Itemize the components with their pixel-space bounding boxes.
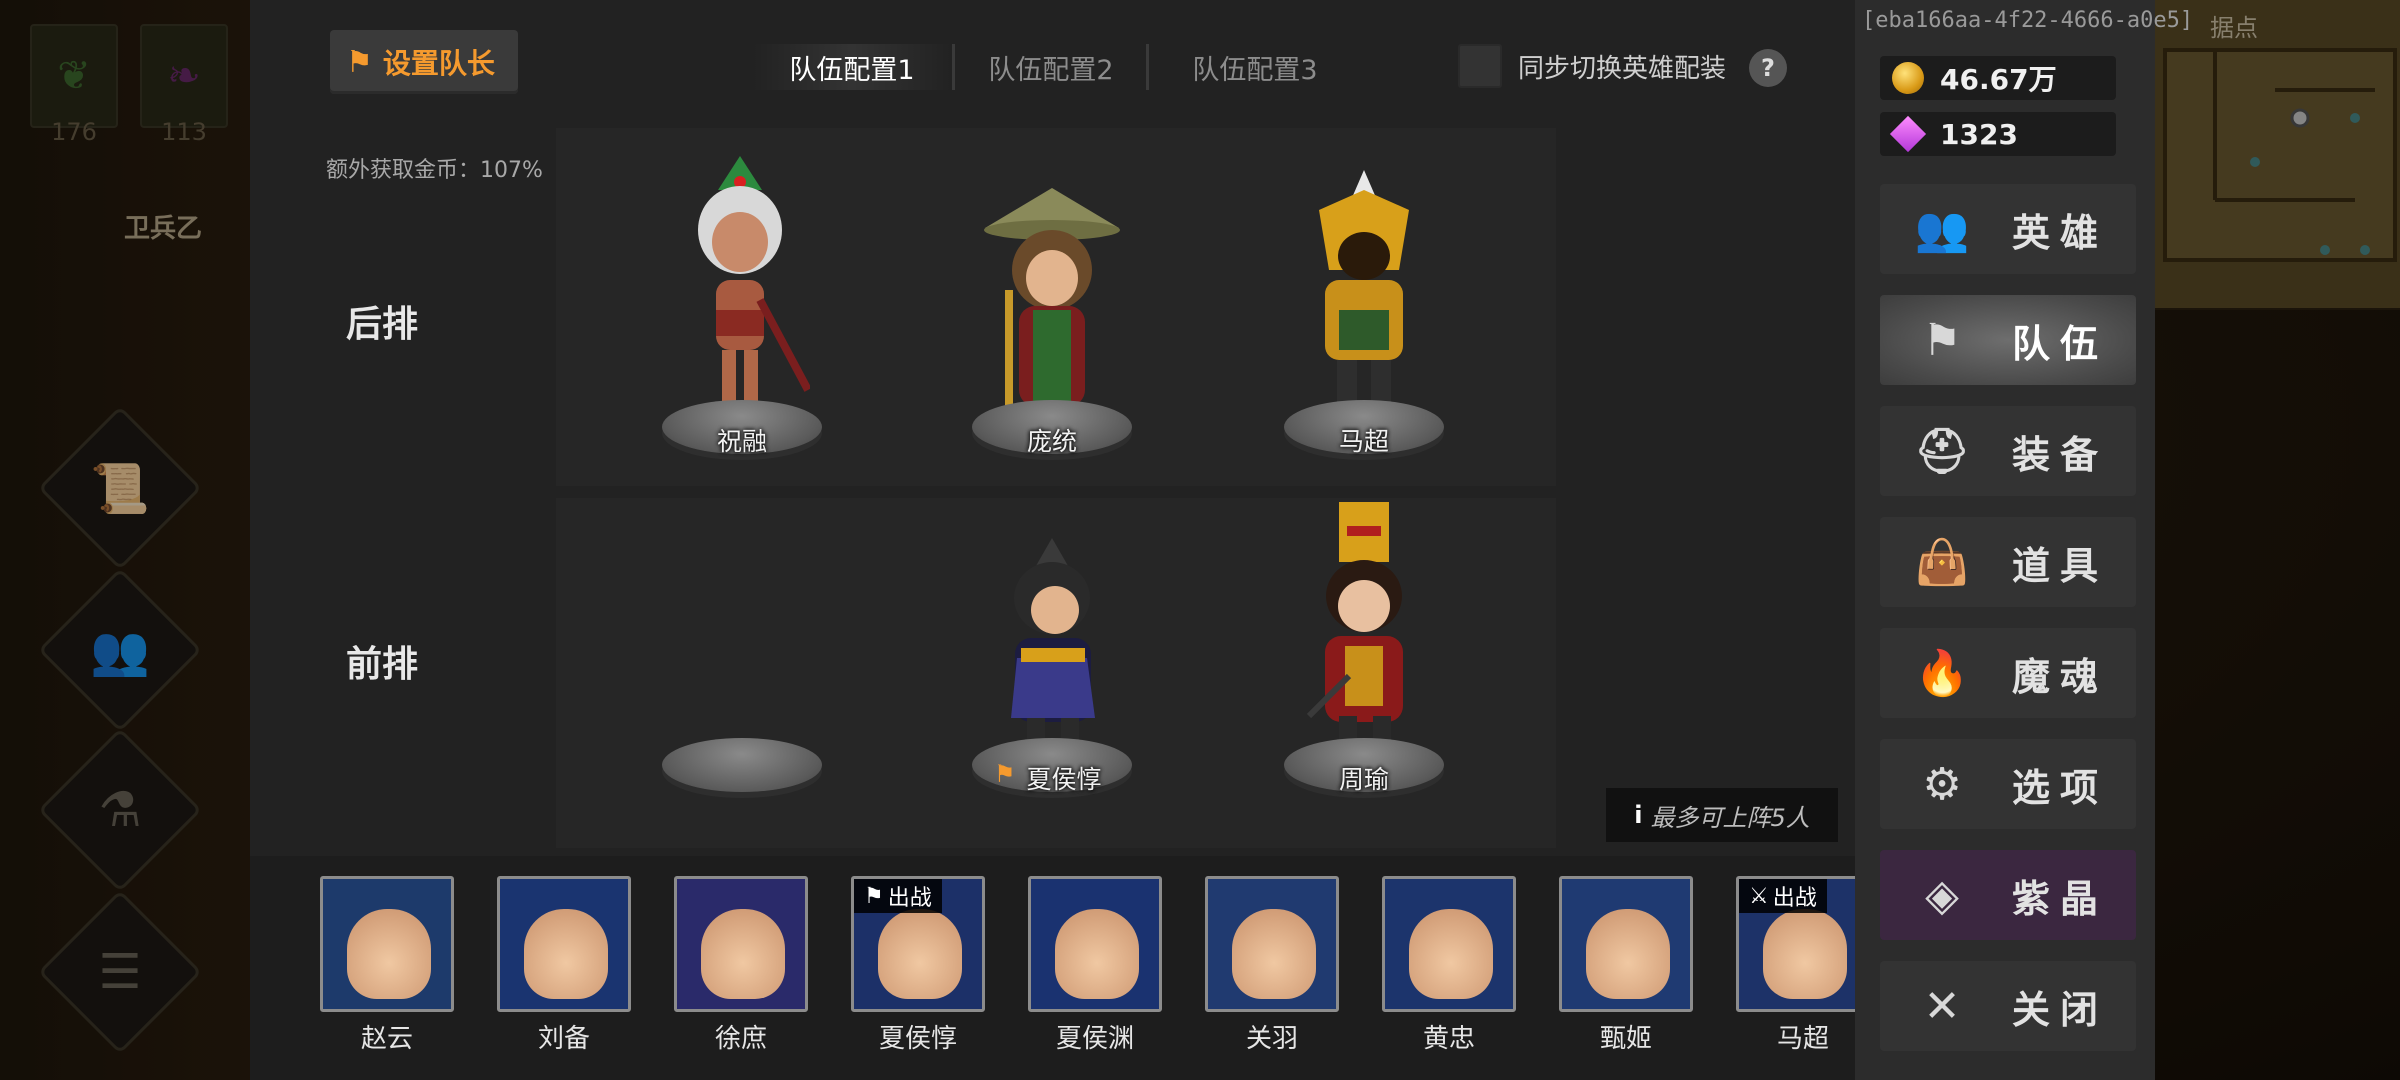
gem-display: 1323 bbox=[1880, 112, 2116, 156]
front-row-label: 前排 bbox=[346, 644, 419, 685]
info-icon: i bbox=[1634, 801, 1643, 829]
heroes-icon: 👥 bbox=[1914, 204, 1980, 255]
menu-label: 装备 bbox=[2012, 432, 2109, 477]
set-captain-button[interactable]: ⚑ 设置队长 bbox=[330, 30, 518, 94]
menu-label: 紫晶 bbox=[2012, 876, 2109, 921]
deployed-badge: ⚑ 出战 bbox=[854, 879, 942, 913]
bench-hero-name: 夏侯惇 bbox=[878, 1024, 957, 1054]
bench-hero-card[interactable] bbox=[1028, 876, 1162, 1012]
zhurong-sprite bbox=[698, 156, 810, 410]
gold-coin-icon bbox=[1892, 62, 1924, 94]
extra-gold-bonus: 额外获取金币：107% bbox=[326, 158, 543, 183]
bench-hero-name: 甄姬 bbox=[1599, 1024, 1652, 1054]
bench-hero-card[interactable]: ⚑ 出战 bbox=[851, 876, 985, 1012]
flag-icon: ⚑ bbox=[864, 883, 884, 909]
max-heroes-note: i 最多可上阵5人 bbox=[1606, 788, 1838, 842]
sync-equipment-label: 同步切换英雄配装 bbox=[1518, 54, 1727, 84]
hero-portrait bbox=[1409, 909, 1493, 999]
max-heroes-text: 最多可上阵5人 bbox=[1650, 803, 1810, 832]
bench-hero-name: 马超 bbox=[1776, 1024, 1829, 1054]
hero-figure-xiahoudun[interactable] bbox=[972, 520, 1132, 758]
crossed-swords-icon: ⚔ bbox=[1749, 883, 1769, 909]
menu-label: 魔魂 bbox=[2012, 654, 2109, 699]
hero-portrait bbox=[1586, 909, 1670, 999]
gold-amount: 46.67万 bbox=[1940, 63, 2057, 96]
gear-icon: ⚙ bbox=[1922, 758, 1972, 810]
bench-hero-name: 关羽 bbox=[1245, 1024, 1298, 1054]
bench-hero-name: 徐庶 bbox=[714, 1024, 767, 1054]
hero-name-front-3: 周瑜 bbox=[1338, 765, 1389, 794]
hero-portrait bbox=[701, 909, 785, 999]
hero-bench[interactable]: 赵云 刘备 徐庶 ⚑ 出战 夏侯惇 夏侯渊 关羽 黄忠 甄姬 ⚔ 出战 马超 bbox=[320, 858, 1855, 1058]
bench-hero-name: 赵云 bbox=[360, 1024, 413, 1054]
helmet-icon: ⛑ bbox=[1914, 426, 1980, 477]
bench-hero-card[interactable] bbox=[674, 876, 808, 1012]
menu-button-bag[interactable]: 👜 道具 bbox=[1880, 517, 2136, 607]
hero-portrait bbox=[1232, 909, 1316, 999]
player-uid: [eba166aa-4f22-4666-a0e5] bbox=[1862, 8, 2194, 33]
set-captain-label: 设置队长 bbox=[382, 47, 495, 80]
bench-hero-card[interactable] bbox=[1205, 876, 1339, 1012]
bench-hero-card[interactable] bbox=[497, 876, 631, 1012]
xiahoudun-sprite bbox=[1011, 538, 1095, 754]
menu-button-heroes[interactable]: 👥 英雄 bbox=[1880, 184, 2136, 274]
bench-hero-card[interactable]: ⚔ 出战 bbox=[1736, 876, 1855, 1012]
hero-portrait bbox=[524, 909, 608, 999]
hero-portrait bbox=[1763, 909, 1847, 999]
hero-portrait bbox=[1055, 909, 1139, 999]
hero-portrait bbox=[878, 909, 962, 999]
hero-portrait bbox=[347, 909, 431, 999]
flag-icon: ⚑ bbox=[1922, 314, 1972, 366]
tab-divider bbox=[952, 44, 955, 90]
bench-hero-card[interactable] bbox=[1559, 876, 1693, 1012]
tab-team-config-2[interactable]: 队伍配置2 bbox=[956, 44, 1146, 90]
gold-display: 46.67万 bbox=[1880, 56, 2116, 100]
hero-name-back-3: 马超 bbox=[1338, 427, 1389, 456]
gem-amount: 1323 bbox=[1940, 117, 2018, 151]
bench-hero-name: 夏侯渊 bbox=[1055, 1024, 1134, 1054]
deployed-badge: ⚔ 出战 bbox=[1739, 879, 1827, 913]
bench-hero-name: 刘备 bbox=[537, 1024, 590, 1054]
menu-button-gear[interactable]: ⚙ 选项 bbox=[1880, 739, 2136, 829]
hero-figure-machao[interactable] bbox=[1284, 150, 1444, 420]
tab-team-config-3[interactable]: 队伍配置3 bbox=[1150, 44, 1360, 90]
menu-label: 选项 bbox=[2012, 765, 2109, 810]
hero-figure-zhouyu[interactable] bbox=[1284, 486, 1444, 758]
bench-hero-name: 黄忠 bbox=[1422, 1024, 1475, 1054]
menu-label: 队伍 bbox=[2012, 321, 2109, 366]
deployed-badge-label: 出战 bbox=[1772, 886, 1817, 911]
tab-divider bbox=[1146, 44, 1149, 90]
pangtong-sprite bbox=[984, 188, 1120, 410]
hero-name-back-1: 祝融 bbox=[716, 427, 767, 456]
pedestal-front-1-empty[interactable] bbox=[662, 738, 822, 792]
menu-button-flag[interactable]: ⚑ 队伍 bbox=[1880, 295, 2136, 385]
flame-icon: 🔥 bbox=[1914, 648, 1980, 699]
tab-team-config-1[interactable]: 队伍配置1 bbox=[752, 44, 952, 90]
back-row-label: 后排 bbox=[346, 304, 419, 345]
machao-sprite bbox=[1319, 170, 1409, 404]
deployed-badge-label: 出战 bbox=[887, 886, 932, 911]
bag-icon: 👜 bbox=[1914, 537, 1980, 588]
bench-hero-card[interactable] bbox=[1382, 876, 1516, 1012]
menu-button-flame[interactable]: 🔥 魔魂 bbox=[1880, 628, 2136, 718]
hero-figure-zhurong[interactable] bbox=[660, 140, 820, 420]
hero-name-back-2: 庞统 bbox=[1026, 427, 1077, 456]
captain-flag-icon: ⚑ bbox=[346, 44, 373, 80]
crystal-icon: ◈ bbox=[1925, 869, 1969, 921]
menu-button-helmet[interactable]: ⛑ 装备 bbox=[1880, 406, 2136, 496]
menu-label: 关闭 bbox=[2012, 987, 2109, 1032]
menu-button-crystal[interactable]: ◈ 紫晶 bbox=[1880, 850, 2136, 940]
zhouyu-sprite bbox=[1306, 502, 1403, 752]
bench-hero-card[interactable] bbox=[320, 876, 454, 1012]
purple-gem-icon bbox=[1889, 115, 1927, 153]
menu-label: 英雄 bbox=[2012, 210, 2109, 255]
close-icon: ✕ bbox=[1923, 980, 1971, 1032]
hero-figure-pangtong[interactable] bbox=[972, 160, 1132, 420]
menu-button-close[interactable]: ✕ 关闭 bbox=[1880, 961, 2136, 1051]
menu-label: 道具 bbox=[2012, 543, 2109, 588]
sync-help-icon[interactable]: ? bbox=[1749, 49, 1787, 87]
sync-equipment-checkbox[interactable] bbox=[1458, 44, 1502, 88]
hero-name-front-2: 夏侯惇 bbox=[1026, 765, 1102, 794]
